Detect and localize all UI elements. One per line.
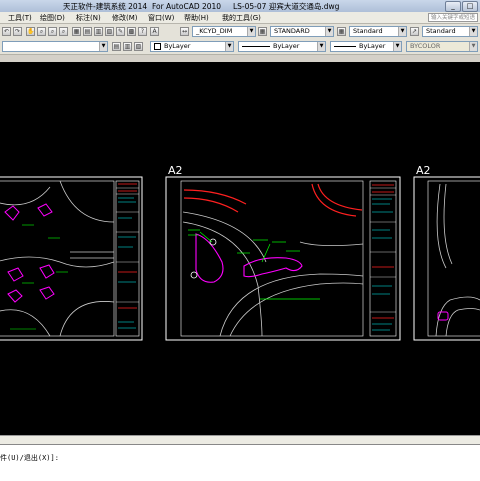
road-curves	[435, 183, 480, 337]
calculator-icon[interactable]: ▩	[127, 27, 136, 36]
zoom-realtime-icon[interactable]: ⌕	[37, 27, 46, 36]
undo-icon[interactable]: ↶	[2, 27, 11, 36]
sheet-set-icon[interactable]: ▧	[105, 27, 114, 36]
help-icon[interactable]: ?	[138, 27, 147, 36]
linetype-value: ByLayer	[273, 42, 300, 50]
color-swatch-icon	[154, 42, 161, 50]
menu-help[interactable]: 帮助(H)	[184, 13, 209, 23]
menu-dimension[interactable]: 标注(N)	[76, 13, 101, 23]
chevron-down-icon: ▼	[225, 42, 233, 51]
table-style-icon[interactable]: ▦	[258, 27, 267, 36]
traffic-island-outlines	[4, 203, 55, 303]
sheet-size-label: A2	[168, 164, 183, 177]
linetype-sample-icon	[242, 45, 270, 47]
standard-toolbar: ↶ ↷ ✋ ⌕ ⌕ ⌕ ▦ ▤ ▥ ▧ ✎ ▩ ? A ↔ _KCYD_DIM …	[0, 24, 480, 40]
search-input[interactable]: 输入关键字或短语	[428, 13, 478, 22]
design-center-icon[interactable]: ▤	[83, 27, 92, 36]
title-block-text-lines	[118, 197, 136, 329]
title-block-red-lines	[118, 183, 137, 309]
red-boundary-curves	[183, 183, 363, 217]
multileader-style-select[interactable]: Standard ▼	[422, 26, 478, 37]
layer-select[interactable]: ▼	[2, 41, 108, 52]
text-style-value: STANDARD	[274, 27, 310, 35]
pan-icon[interactable]: ✋	[26, 27, 35, 36]
chevron-down-icon: ▼	[398, 27, 406, 36]
title-block-rows	[370, 187, 396, 313]
drawing-sheet-3[interactable]: A2	[413, 164, 480, 341]
plot-style-select[interactable]: BYCOLOR ▼	[406, 41, 478, 52]
zoom-previous-icon[interactable]: ⌕	[59, 27, 68, 36]
window-title: 天正软件-建筑系统 2014 For AutoCAD 2010 LS-05-07…	[63, 2, 340, 11]
window-controls: _ □	[445, 1, 478, 12]
drawing-canvas[interactable]: A2 A2	[0, 62, 480, 435]
road-curves	[182, 211, 364, 337]
chevron-down-icon: ▼	[469, 42, 477, 51]
minimize-button[interactable]: _	[445, 1, 461, 12]
table-style-value: Standard	[353, 27, 383, 35]
dim-style-select[interactable]: _KCYD_DIM ▼	[192, 26, 256, 37]
dim-style-value: _KCYD_DIM	[196, 27, 233, 35]
command-prompt: 件(U)/退出(X)]:	[0, 454, 59, 462]
multileader-icon[interactable]: ↗	[410, 27, 419, 36]
chevron-down-icon: ▼	[99, 42, 107, 51]
menu-modify[interactable]: 修改(M)	[112, 13, 138, 23]
dim-style-icon[interactable]: ↔	[180, 27, 189, 36]
sheet-border	[413, 176, 480, 341]
chevron-down-icon: ▼	[393, 42, 401, 51]
menu-tools[interactable]: 工具(T)	[8, 13, 32, 23]
chevron-down-icon: ▼	[469, 27, 477, 36]
model-space: A2 A2	[0, 164, 480, 341]
sheet-border	[165, 176, 401, 341]
menu-bar: 工具(T) 绘图(D) 标注(N) 修改(M) 窗口(W) 帮助(H) 我的工具…	[0, 12, 480, 24]
road-layout-lines	[0, 180, 115, 337]
circle-markers	[190, 238, 217, 279]
lineweight-select[interactable]: ByLayer ▼	[330, 41, 402, 52]
redo-icon[interactable]: ↷	[13, 27, 22, 36]
drawing-sheet-2[interactable]: A2	[165, 164, 401, 341]
text-style-icon[interactable]: A	[150, 27, 159, 36]
title-block-red-lines	[372, 184, 394, 319]
markup-icon[interactable]: ✎	[116, 27, 125, 36]
lineweight-sample-icon	[334, 45, 356, 47]
traffic-island-outlines	[195, 233, 303, 283]
command-line[interactable]: 件(U)/退出(X)]:	[0, 444, 480, 481]
tool-palettes-icon[interactable]: ▥	[94, 27, 103, 36]
color-select[interactable]: ByLayer ▼	[150, 41, 234, 52]
plot-style-value: BYCOLOR	[410, 42, 441, 50]
layer-properties-icon[interactable]: ▤	[112, 42, 121, 51]
text-style-select[interactable]: STANDARD ▼	[270, 26, 334, 37]
annotation-lines	[188, 229, 320, 300]
maximize-button[interactable]: □	[462, 1, 478, 12]
layers-toolbar: ▼ ▤ ▥ ▧ ByLayer ▼ ByLayer ▼ ByLayer ▼ BY…	[0, 39, 480, 55]
table-icon[interactable]: ▦	[337, 27, 346, 36]
properties-icon[interactable]: ▦	[72, 27, 81, 36]
title-block-text-lines	[372, 198, 393, 331]
linetype-select[interactable]: ByLayer ▼	[238, 41, 326, 52]
sheet-size-label: A2	[416, 164, 431, 177]
zoom-window-icon[interactable]: ⌕	[48, 27, 57, 36]
multileader-style-value: Standard	[426, 27, 456, 35]
chevron-down-icon: ▼	[247, 27, 255, 36]
drawing-sheet-1[interactable]	[0, 176, 143, 341]
chevron-down-icon: ▼	[325, 27, 333, 36]
color-value: ByLayer	[164, 42, 191, 50]
table-style-select[interactable]: Standard ▼	[349, 26, 407, 37]
layer-previous-icon[interactable]: ▥	[123, 42, 132, 51]
title-block	[115, 180, 140, 337]
annotation-lines	[10, 224, 68, 330]
title-block-rows	[116, 187, 139, 303]
inner-frame	[180, 180, 364, 337]
inner-frame	[0, 180, 115, 337]
lineweight-value: ByLayer	[359, 42, 386, 50]
menu-window[interactable]: 窗口(W)	[148, 13, 174, 23]
make-current-icon[interactable]: ▧	[134, 42, 143, 51]
menu-my-tools[interactable]: 我的工具(G)	[222, 13, 261, 23]
chevron-down-icon: ▼	[317, 42, 325, 51]
menu-draw[interactable]: 绘图(D)	[40, 13, 65, 23]
